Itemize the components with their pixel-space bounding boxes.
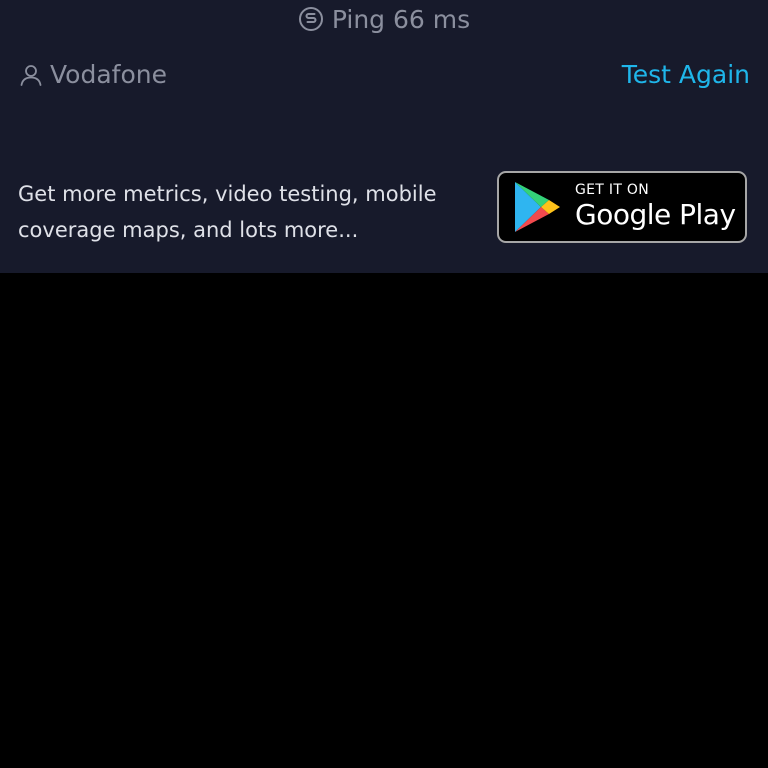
blank-area bbox=[0, 273, 768, 768]
google-play-badge[interactable]: GET IT ON Google Play bbox=[497, 171, 747, 243]
provider-info: Vodafone bbox=[18, 60, 167, 89]
google-play-large-label: Google Play bbox=[575, 198, 736, 231]
ping-readout: Ping 66 ms bbox=[0, 0, 768, 38]
google-play-logo-icon bbox=[515, 182, 560, 232]
ping-label: Ping 66 ms bbox=[331, 4, 471, 34]
user-icon bbox=[18, 62, 44, 88]
provider-name: Vodafone bbox=[50, 60, 167, 89]
promo-text: Get more metrics, video testing, mobile … bbox=[18, 182, 437, 242]
ping-icon bbox=[298, 6, 324, 32]
test-again-button[interactable]: Test Again bbox=[622, 60, 750, 89]
google-play-small-label: GET IT ON bbox=[575, 182, 650, 198]
results-panel: Ping 66 ms Vodafone Test Again Get more … bbox=[0, 0, 768, 273]
